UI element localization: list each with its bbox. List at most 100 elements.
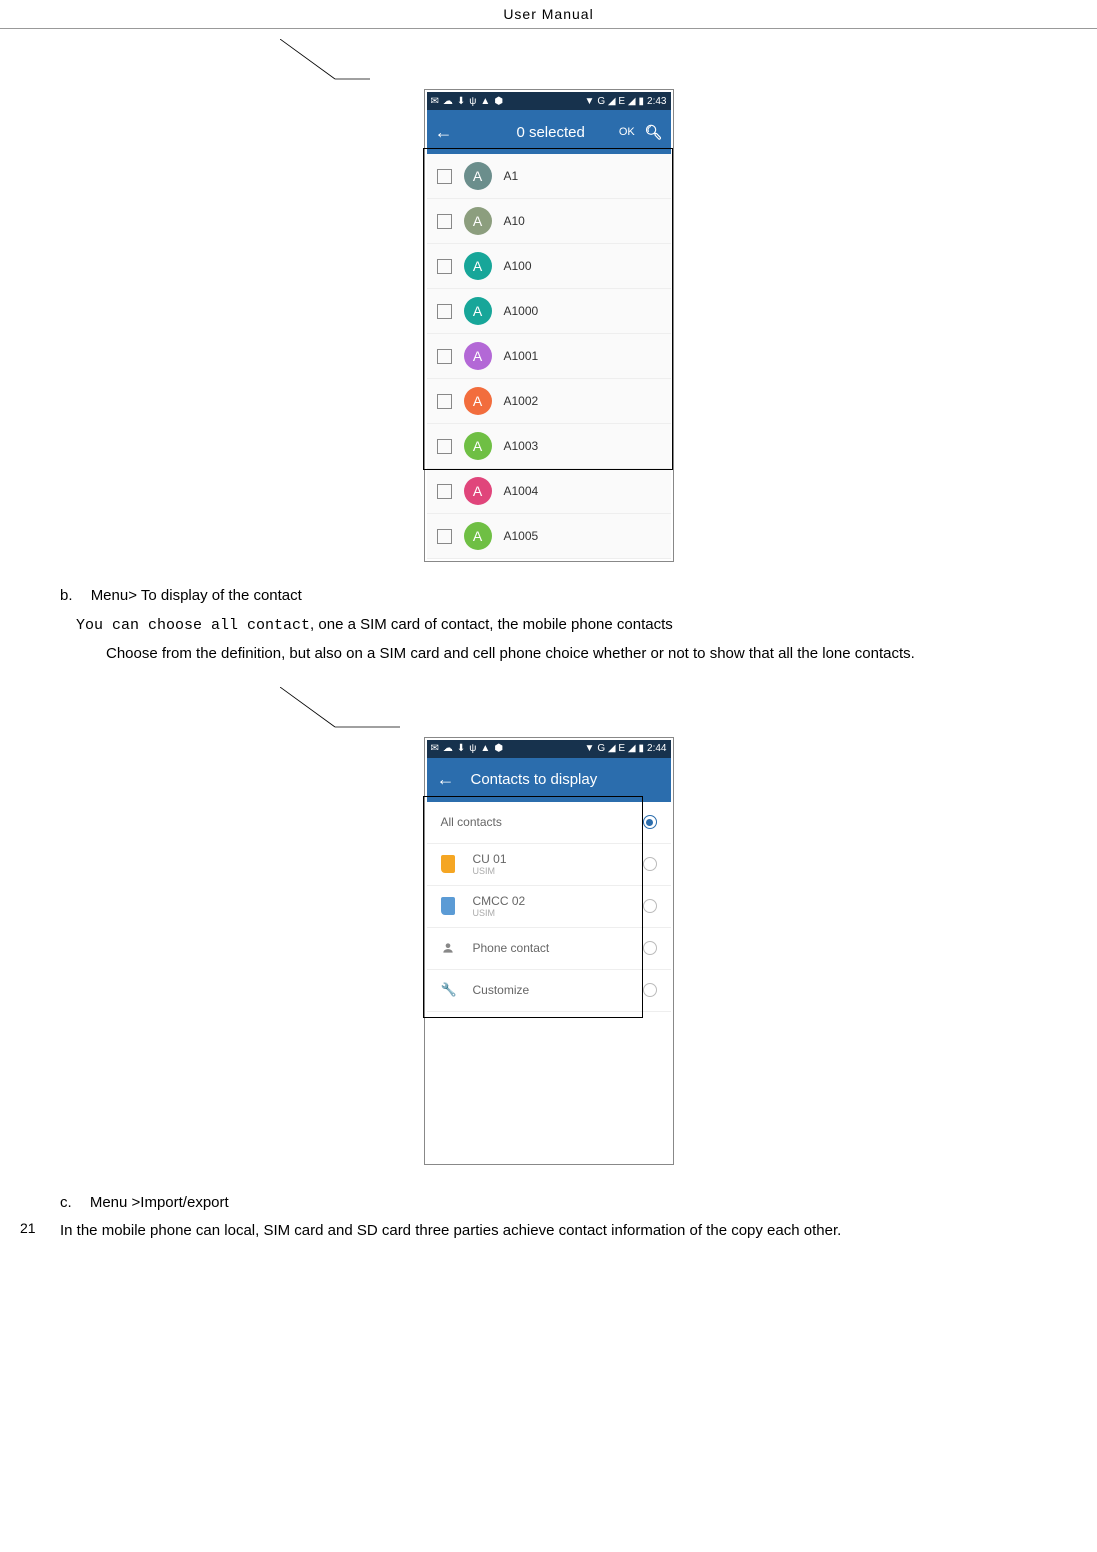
display-option-row[interactable]: 🔧 Customize	[427, 970, 671, 1012]
contact-name: A1001	[504, 349, 539, 363]
display-option-row[interactable]: All contacts	[427, 802, 671, 844]
contact-row[interactable]: AA1000	[427, 289, 671, 334]
contact-name: A1002	[504, 394, 539, 408]
download-icon: ⬇	[457, 96, 465, 107]
section-b: b. Menu> To display of the contact You c…	[60, 582, 1037, 669]
list-marker-c: c.	[60, 1194, 72, 1211]
cloud-icon: ☁	[443, 743, 453, 754]
empty-area	[427, 1012, 671, 1162]
contact-avatar: A	[464, 207, 492, 235]
radio-unselected[interactable]	[643, 941, 657, 955]
option-label: Customize	[473, 983, 643, 997]
menu-label-b: Menu>	[91, 587, 137, 604]
ok-button[interactable]: OK	[619, 126, 635, 138]
app-bar: ← 0 selected OK 🔍︎	[427, 110, 671, 154]
option-label: CMCC 02USIM	[473, 894, 643, 918]
wrench-icon: 🔧	[441, 982, 457, 998]
checkbox[interactable]	[437, 394, 452, 409]
contact-name: A1003	[504, 439, 539, 453]
contact-row[interactable]: AA1003	[427, 424, 671, 469]
option-sublabel: USIM	[473, 866, 643, 876]
section-c-body: In the mobile phone can local, SIM card …	[60, 1217, 1037, 1246]
sim-icon	[441, 897, 455, 915]
option-label: All contacts	[441, 815, 643, 829]
phone-screenshot-1: ✉ ☁ ⬇ ψ ▲ ⬢ ▼ G ◢ E ◢ ▮ 2:43 ← 0 selecte…	[427, 92, 671, 559]
mail-icon: ✉	[431, 96, 439, 107]
back-icon[interactable]: ←	[435, 122, 453, 143]
callout-line-2	[280, 687, 1097, 737]
bug-icon: ⬢	[494, 96, 503, 107]
contact-row[interactable]: A A10	[427, 199, 671, 244]
sim-icon	[441, 855, 455, 873]
callout-line-1	[280, 39, 1097, 89]
appbar-title: 0 selected	[493, 124, 609, 141]
radio-unselected[interactable]	[643, 983, 657, 997]
contact-row[interactable]: AA1005	[427, 514, 671, 559]
checkbox[interactable]	[437, 484, 452, 499]
wifi-icon: ▼	[584, 96, 594, 107]
section-b-line2: Choose from the definition, but also on …	[60, 640, 1037, 669]
section-b-title: To display of the contact	[141, 587, 302, 604]
warn-icon: ▲	[480, 96, 490, 107]
checkbox[interactable]	[437, 439, 452, 454]
contact-avatar: A	[464, 297, 492, 325]
page-header: User Manual	[0, 0, 1097, 29]
contact-row[interactable]: A A1002	[427, 379, 671, 424]
status-bar-2: ✉ ☁ ⬇ ψ ▲ ⬢ ▼ G ◢ E ◢ ▮ 2:44	[427, 740, 671, 758]
battery-icon: ▮	[639, 96, 645, 107]
checkbox[interactable]	[437, 214, 452, 229]
warn-icon: ▲	[480, 743, 490, 754]
bug-icon: ⬢	[494, 743, 503, 754]
option-sublabel: USIM	[473, 908, 643, 918]
signal-text: G ◢ E ◢	[597, 96, 635, 107]
wifi-icon: ▼	[584, 743, 594, 754]
contact-avatar: A	[464, 387, 492, 415]
contact-row[interactable]: A A1001	[427, 334, 671, 379]
contact-avatar: A	[464, 342, 492, 370]
contact-name: A1005	[504, 529, 539, 543]
page-number: 21	[20, 1220, 36, 1236]
search-icon[interactable]: 🔍︎	[645, 124, 663, 141]
phone-frame-1: ✉ ☁ ⬇ ψ ▲ ⬢ ▼ G ◢ E ◢ ▮ 2:43 ← 0 selecte…	[424, 89, 674, 562]
contact-row[interactable]: A A100	[427, 244, 671, 289]
contact-avatar: A	[464, 477, 492, 505]
contact-name: A1	[504, 169, 519, 183]
display-option-row[interactable]: CU 01USIM	[427, 844, 671, 886]
radio-unselected[interactable]	[643, 857, 657, 871]
contact-name: A10	[504, 214, 525, 228]
status-time-2: 2:44	[647, 743, 666, 754]
back-icon[interactable]: ←	[437, 769, 455, 790]
signal-text-2: G ◢ E ◢	[597, 743, 635, 754]
option-label: Phone contact	[473, 941, 643, 955]
contact-list: AA1AA10AA100AA1000AA1001AA1002AA1003AA10…	[427, 154, 671, 559]
section-c-title: Menu >Import/export	[90, 1194, 229, 1211]
checkbox[interactable]	[437, 169, 452, 184]
usb-icon: ψ	[469, 743, 476, 754]
section-b-line1a: You can choose all contact	[76, 617, 310, 634]
display-option-row[interactable]: CMCC 02USIM	[427, 886, 671, 928]
contact-avatar: A	[464, 162, 492, 190]
contact-name: A1004	[504, 484, 539, 498]
checkbox[interactable]	[437, 529, 452, 544]
battery-icon: ▮	[639, 743, 645, 754]
person-icon	[441, 941, 455, 955]
cloud-icon: ☁	[443, 96, 453, 107]
header-title: User Manual	[503, 6, 593, 22]
phone-screenshot-2: ✉ ☁ ⬇ ψ ▲ ⬢ ▼ G ◢ E ◢ ▮ 2:44 ← Contacts …	[427, 740, 671, 1162]
contact-row[interactable]: A A1004	[427, 469, 671, 514]
checkbox[interactable]	[437, 259, 452, 274]
appbar2-title: Contacts to display	[471, 771, 598, 788]
download-icon: ⬇	[457, 743, 465, 754]
list-marker-b: b.	[60, 587, 73, 604]
checkbox[interactable]	[437, 349, 452, 364]
app-bar-2: ← Contacts to display	[427, 758, 671, 802]
contact-row[interactable]: A A1	[427, 154, 671, 199]
display-option-row[interactable]: Phone contact	[427, 928, 671, 970]
display-options-list: All contacts CU 01USIM CMCC 02USIM Phone co…	[427, 802, 671, 1012]
contact-avatar: A	[464, 252, 492, 280]
radio-unselected[interactable]	[643, 899, 657, 913]
radio-selected[interactable]	[643, 815, 657, 829]
checkbox[interactable]	[437, 304, 452, 319]
contact-name: A100	[504, 259, 532, 273]
mail-icon: ✉	[431, 743, 439, 754]
